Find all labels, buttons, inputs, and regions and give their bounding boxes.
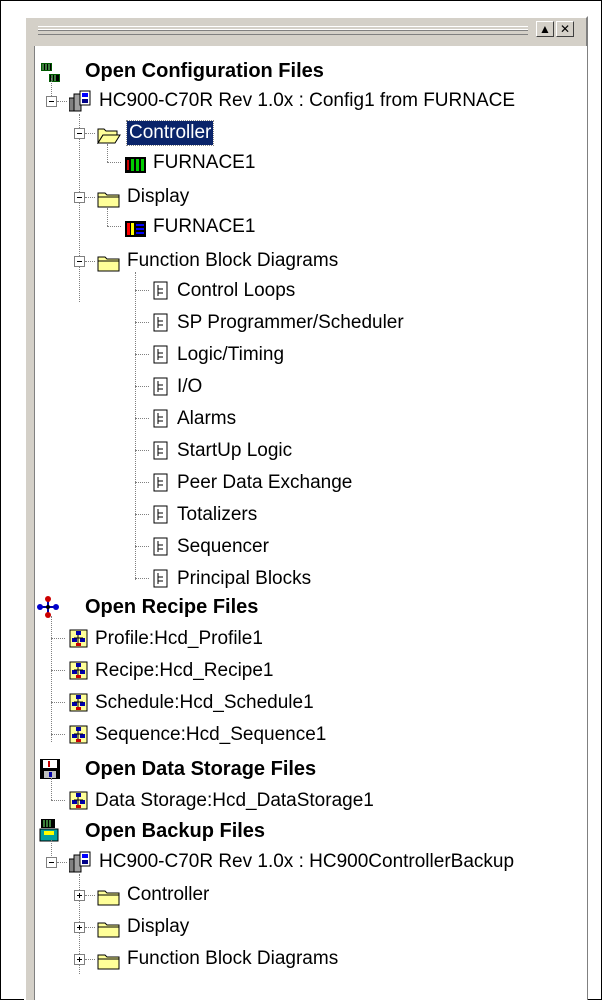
- tree-node-backup-config[interactable]: HC900-C70R Rev 1.0x : HC900ControllerBac…: [35, 847, 585, 877]
- function-block-icon: [153, 505, 169, 535]
- recipe-item-label: Sequence:Hcd_Sequence1: [95, 724, 327, 745]
- recipe-item-label: Profile:Hcd_Profile1: [95, 628, 263, 649]
- fbd-item-label: Alarms: [177, 408, 237, 429]
- backup-child-label: Controller: [127, 884, 210, 905]
- controller-child-label: FURNACE1: [153, 152, 256, 173]
- controller-rack-icon: [125, 154, 147, 184]
- function-block-icon: [153, 345, 169, 375]
- recipe-file-item[interactable]: Recipe:Hcd_Recipe1: [35, 656, 585, 686]
- fbd-item[interactable]: Logic/Timing: [35, 340, 585, 370]
- fbd-item-label: Peer Data Exchange: [177, 472, 353, 493]
- restore-button[interactable]: ▲: [536, 21, 554, 37]
- panel-title-bar[interactable]: ▲ ✕: [34, 20, 586, 42]
- function-block-icon: [153, 281, 169, 311]
- tree-header-label: Open Data Storage Files: [85, 758, 317, 780]
- function-block-icon: [153, 313, 169, 343]
- data-storage-item-label: Data Storage:Hcd_DataStorage1: [95, 790, 374, 811]
- fbd-item-label: Sequencer: [177, 536, 269, 557]
- fbd-item-label: SP Programmer/Scheduler: [177, 312, 404, 333]
- controller-label: Controller: [125, 120, 215, 146]
- function-block-icon: [153, 473, 169, 503]
- recipe-file-icon: [69, 693, 89, 723]
- fbd-item[interactable]: Peer Data Exchange: [35, 468, 585, 498]
- drag-grip[interactable]: [38, 26, 528, 35]
- recipe-item-label: Schedule:Hcd_Schedule1: [95, 692, 314, 713]
- backup-child-label: Display: [127, 916, 190, 937]
- display-label: Display: [127, 186, 190, 207]
- backup-node-label: HC900-C70R Rev 1.0x : HC900ControllerBac…: [99, 851, 515, 872]
- tree-header-label: Open Configuration Files: [85, 60, 324, 82]
- recipe-file-icon: [69, 725, 89, 755]
- tree-node-display-furnace1[interactable]: FURNACE1: [35, 212, 585, 242]
- fbd-label: Function Block Diagrams: [127, 250, 339, 271]
- controller-config-icon: [68, 851, 91, 883]
- function-block-icon: [153, 377, 169, 407]
- project-tree: Open Configuration Files HC900-C70R Rev …: [34, 46, 587, 1000]
- fbd-item[interactable]: Principal Blocks: [35, 564, 585, 594]
- fbd-item-label: StartUp Logic: [177, 440, 293, 461]
- fbd-item[interactable]: Alarms: [35, 404, 585, 434]
- data-storage-file-item[interactable]: Data Storage:Hcd_DataStorage1: [35, 786, 585, 816]
- display-child-label: FURNACE1: [153, 216, 256, 237]
- recipe-file-item[interactable]: Schedule:Hcd_Schedule1: [35, 688, 585, 718]
- config-node-label: HC900-C70R Rev 1.0x : Config1 from FURNA…: [99, 90, 516, 111]
- backup-child-node[interactable]: Controller: [35, 880, 585, 910]
- folder-icon: [97, 950, 121, 980]
- fbd-item[interactable]: SP Programmer/Scheduler: [35, 308, 585, 338]
- fbd-item-label: Control Loops: [177, 280, 296, 301]
- function-block-icon: [153, 537, 169, 567]
- tree-header-recipe-files[interactable]: Open Recipe Files: [35, 592, 585, 622]
- tree-header-config-files[interactable]: Open Configuration Files: [35, 56, 585, 86]
- fbd-item-label: Totalizers: [177, 504, 258, 525]
- tree-node-display[interactable]: Display: [35, 182, 585, 212]
- fbd-item[interactable]: Totalizers: [35, 500, 585, 530]
- recipe-item-label: Recipe:Hcd_Recipe1: [95, 660, 274, 681]
- fbd-item-label: Logic/Timing: [177, 344, 285, 365]
- tree-node-controller-furnace1[interactable]: FURNACE1: [35, 148, 585, 178]
- fbd-item[interactable]: Control Loops: [35, 276, 585, 306]
- tree-node-config[interactable]: HC900-C70R Rev 1.0x : Config1 from FURNA…: [35, 86, 585, 116]
- recipe-file-item[interactable]: Sequence:Hcd_Sequence1: [35, 720, 585, 750]
- tree-node-fbd[interactable]: Function Block Diagrams: [35, 246, 585, 276]
- floppy-disk-icon: [39, 758, 61, 789]
- function-block-icon: [153, 409, 169, 439]
- recipe-file-icon: [69, 661, 89, 691]
- backup-child-node[interactable]: Display: [35, 912, 585, 942]
- recipe-file-item[interactable]: Profile:Hcd_Profile1: [35, 624, 585, 654]
- display-panel-icon: [125, 218, 147, 248]
- recipe-file-icon: [69, 629, 89, 659]
- backup-child-node[interactable]: Function Block Diagrams: [35, 944, 585, 974]
- fbd-item-label: I/O: [177, 376, 203, 397]
- fbd-item[interactable]: Sequencer: [35, 532, 585, 562]
- tree-header-backup-files[interactable]: Open Backup Files: [35, 816, 585, 846]
- tree-header-data-storage-files[interactable]: Open Data Storage Files: [35, 754, 585, 784]
- fbd-item[interactable]: I/O: [35, 372, 585, 402]
- function-block-icon: [153, 441, 169, 471]
- tree-header-label: Open Recipe Files: [85, 596, 259, 618]
- close-button[interactable]: ✕: [556, 21, 574, 37]
- fbd-item[interactable]: StartUp Logic: [35, 436, 585, 466]
- fbd-item-label: Principal Blocks: [177, 568, 312, 589]
- recipe-network-icon: [37, 596, 59, 627]
- tree-header-label: Open Backup Files: [85, 820, 266, 842]
- backup-child-label: Function Block Diagrams: [127, 948, 339, 969]
- tree-node-controller[interactable]: Controller: [35, 118, 585, 148]
